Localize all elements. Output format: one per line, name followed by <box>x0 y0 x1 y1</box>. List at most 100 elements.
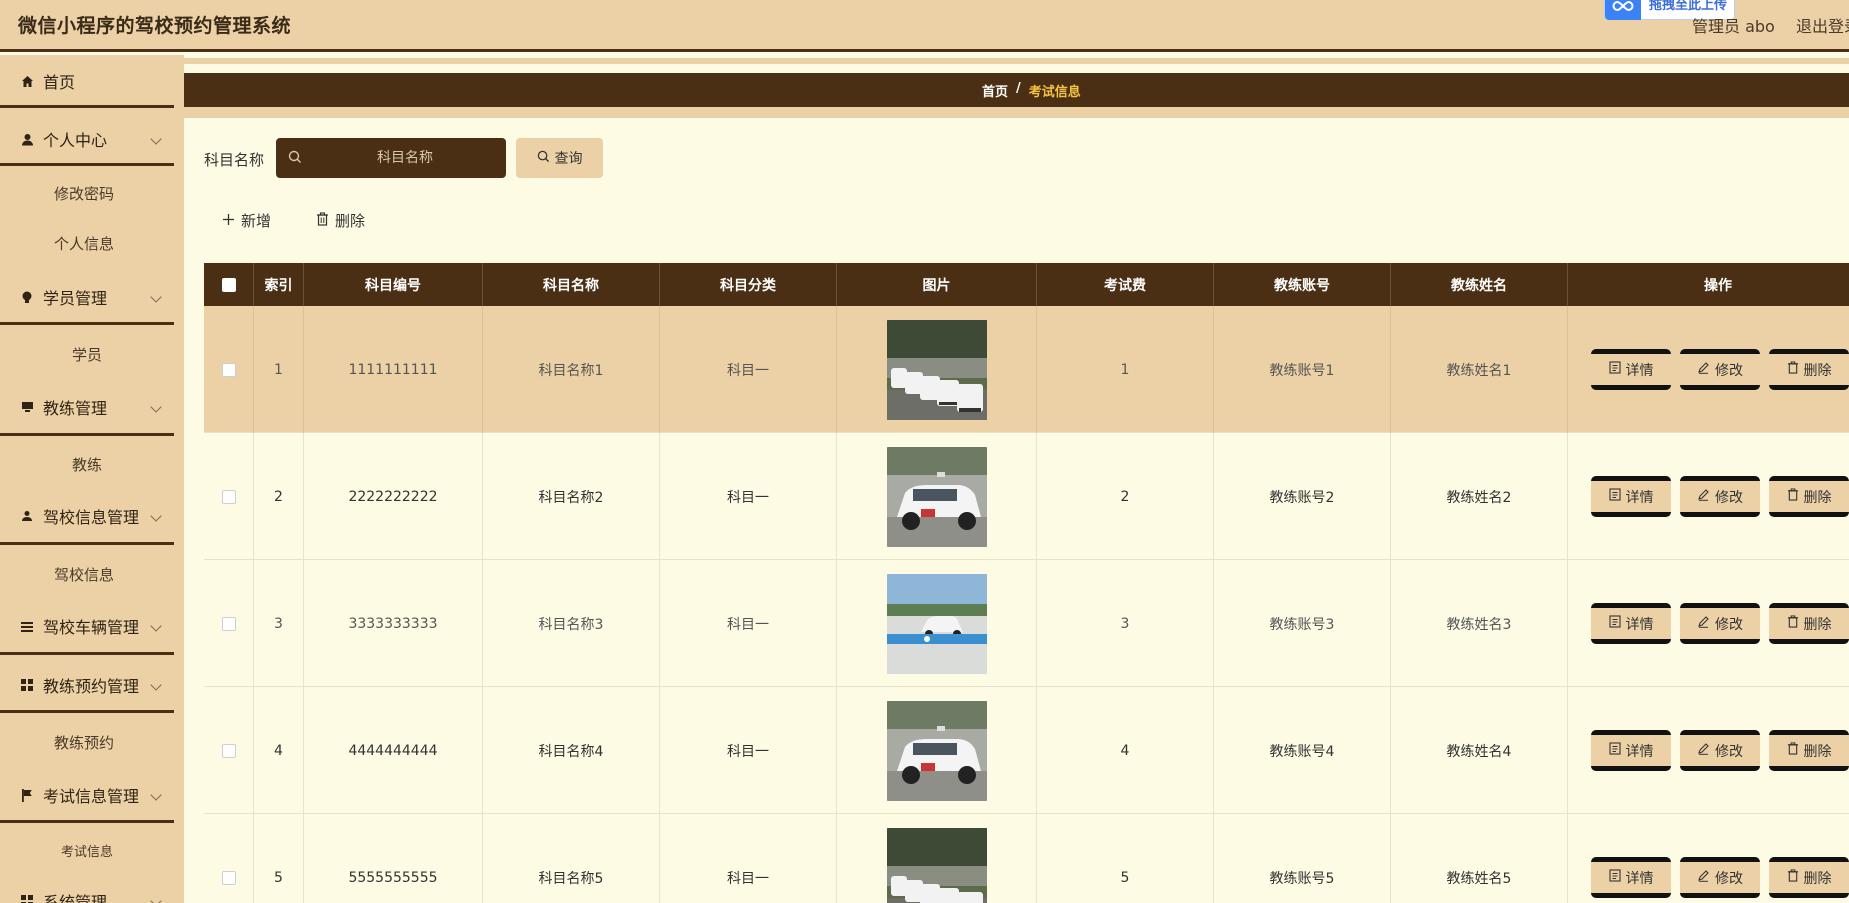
sidebar-item-student-management[interactable]: 学员管理 <box>0 283 174 311</box>
edit-button[interactable]: 修改 <box>1680 857 1760 898</box>
edit-button[interactable]: 修改 <box>1680 349 1760 390</box>
divider <box>0 322 174 325</box>
cell-operations: 详情 修改 删除 <box>1568 306 1849 433</box>
car-on-track-photo[interactable] <box>886 573 987 674</box>
breadcrumb-current: 考试信息 <box>1028 85 1081 100</box>
cell-fee: 4 <box>1037 687 1214 814</box>
car-photo[interactable] <box>886 700 987 801</box>
cell-coach-name: 教练姓名3 <box>1391 560 1568 687</box>
sidebar-item-coach-management[interactable]: 教练管理 <box>0 393 174 421</box>
cell-category: 科目一 <box>660 433 837 560</box>
batch-delete-button[interactable]: 删除 <box>316 210 365 231</box>
infinity-icon <box>1605 0 1641 20</box>
list-icon <box>20 619 34 633</box>
app-title: 微信小程序的驾校预约管理系统 <box>18 15 292 37</box>
search-label: 科目名称 <box>204 151 265 169</box>
chevron-down-icon <box>150 789 162 801</box>
pencil-icon <box>1697 615 1710 632</box>
cell-name: 科目名称5 <box>483 814 660 903</box>
cell-code: 1111111111 <box>304 306 483 433</box>
detail-button[interactable]: 详情 <box>1591 603 1671 644</box>
edit-button[interactable]: 修改 <box>1680 603 1760 644</box>
plus-icon <box>222 212 235 230</box>
table-header: 索引 科目编号 科目名称 科目分类 图片 考试费 教练账号 教练姓名 操作 <box>204 263 1849 306</box>
header-index: 索引 <box>254 263 304 306</box>
cell-category: 科目一 <box>660 814 837 903</box>
cell-index: 3 <box>254 560 304 687</box>
edit-label: 修改 <box>1715 870 1743 887</box>
home-icon <box>20 74 34 88</box>
cell-coach-name: 教练姓名1 <box>1391 306 1568 433</box>
add-button[interactable]: 新增 <box>222 210 271 231</box>
cell-code: 3333333333 <box>304 560 483 687</box>
table-row: 3 3333333333 科目名称3 科目一 3 教练账号3 教练姓名3 详情 … <box>204 560 1849 687</box>
row-checkbox[interactable] <box>221 362 236 377</box>
divider <box>0 542 174 545</box>
cell-operations: 详情 修改 删除 <box>1568 687 1849 814</box>
cell-operations: 详情 修改 删除 <box>1568 814 1849 903</box>
sidebar-item-system-management[interactable]: 系统管理 <box>0 887 174 903</box>
cell-coach-account: 教练账号2 <box>1214 433 1391 560</box>
car-row-photo[interactable] <box>886 827 987 903</box>
search-icon <box>537 150 550 167</box>
sidebar-item-label: 教练管理 <box>43 399 108 418</box>
sidebar-sub-change-password[interactable]: 修改密码 <box>0 183 174 204</box>
sidebar-item-home[interactable]: 首页 <box>0 67 174 95</box>
cell-coach-account: 教练账号1 <box>1214 306 1391 433</box>
cell-operations: 详情 修改 删除 <box>1568 433 1849 560</box>
detail-button[interactable]: 详情 <box>1591 476 1671 517</box>
sidebar-item-personal-center[interactable]: 个人中心 <box>0 125 174 153</box>
delete-button[interactable]: 删除 <box>1769 476 1849 517</box>
delete-button[interactable]: 删除 <box>1769 603 1849 644</box>
divider <box>0 105 174 108</box>
sidebar-sub-coaches[interactable]: 教练 <box>0 454 174 475</box>
search-field[interactable] <box>276 138 506 178</box>
row-checkbox[interactable] <box>221 743 236 758</box>
sidebar-item-vehicle-management[interactable]: 驾校车辆管理 <box>0 612 174 640</box>
detail-button[interactable]: 详情 <box>1591 857 1671 898</box>
sidebar-item-label: 学员管理 <box>43 289 108 308</box>
cell-fee: 2 <box>1037 433 1214 560</box>
detail-label: 详情 <box>1625 489 1654 506</box>
edit-button[interactable]: 修改 <box>1680 730 1760 771</box>
sidebar-sub-exam-info[interactable]: 考试信息 <box>0 841 174 860</box>
breadcrumb-home[interactable]: 首页 <box>982 81 1008 100</box>
sidebar-sub-bookings[interactable]: 教练预约 <box>0 732 174 753</box>
header-fee: 考试费 <box>1037 263 1214 306</box>
cell-code: 5555555555 <box>304 814 483 903</box>
delete-button[interactable]: 删除 <box>1769 349 1849 390</box>
chevron-down-icon <box>150 401 162 413</box>
row-checkbox[interactable] <box>221 489 236 504</box>
detail-button[interactable]: 详情 <box>1591 730 1671 771</box>
pencil-icon <box>1697 742 1710 759</box>
delete-button[interactable]: 删除 <box>1769 857 1849 898</box>
search-input[interactable] <box>310 138 500 178</box>
delete-button[interactable]: 删除 <box>1769 730 1849 771</box>
sidebar-item-booking-management[interactable]: 教练预约管理 <box>0 671 174 699</box>
edit-button[interactable]: 修改 <box>1680 476 1760 517</box>
car-photo[interactable] <box>886 446 987 547</box>
document-icon <box>1608 869 1621 886</box>
grid-icon <box>20 678 34 692</box>
logout-link[interactable]: 退出登录 <box>1796 13 1849 37</box>
trash-icon <box>1787 742 1799 759</box>
sidebar-item-school-info-management[interactable]: 驾校信息管理 <box>0 502 174 530</box>
header-coach-account: 教练账号 <box>1214 263 1391 306</box>
top-header: 微信小程序的驾校预约管理系统 拖拽至此上传 管理员 abo 退出登录 <box>0 0 1849 52</box>
sidebar-sub-personal-info[interactable]: 个人信息 <box>0 233 174 254</box>
sidebar-sub-students[interactable]: 学员 <box>0 344 174 365</box>
sidebar-item-exam-management[interactable]: 考试信息管理 <box>0 781 174 809</box>
delete-label: 删除 <box>1803 870 1832 887</box>
row-checkbox[interactable] <box>221 870 236 885</box>
sidebar-sub-school-info[interactable]: 驾校信息 <box>0 564 174 585</box>
cell-category: 科目一 <box>660 687 837 814</box>
detail-label: 详情 <box>1625 362 1654 379</box>
row-checkbox[interactable] <box>221 616 236 631</box>
cell-code: 4444444444 <box>304 687 483 814</box>
header-category: 科目分类 <box>660 263 837 306</box>
detail-button[interactable]: 详情 <box>1591 349 1671 390</box>
query-button[interactable]: 查询 <box>516 138 603 178</box>
select-all-checkbox[interactable] <box>221 277 236 292</box>
delete-label: 删除 <box>1803 362 1832 379</box>
car-row-photo[interactable] <box>886 319 987 420</box>
